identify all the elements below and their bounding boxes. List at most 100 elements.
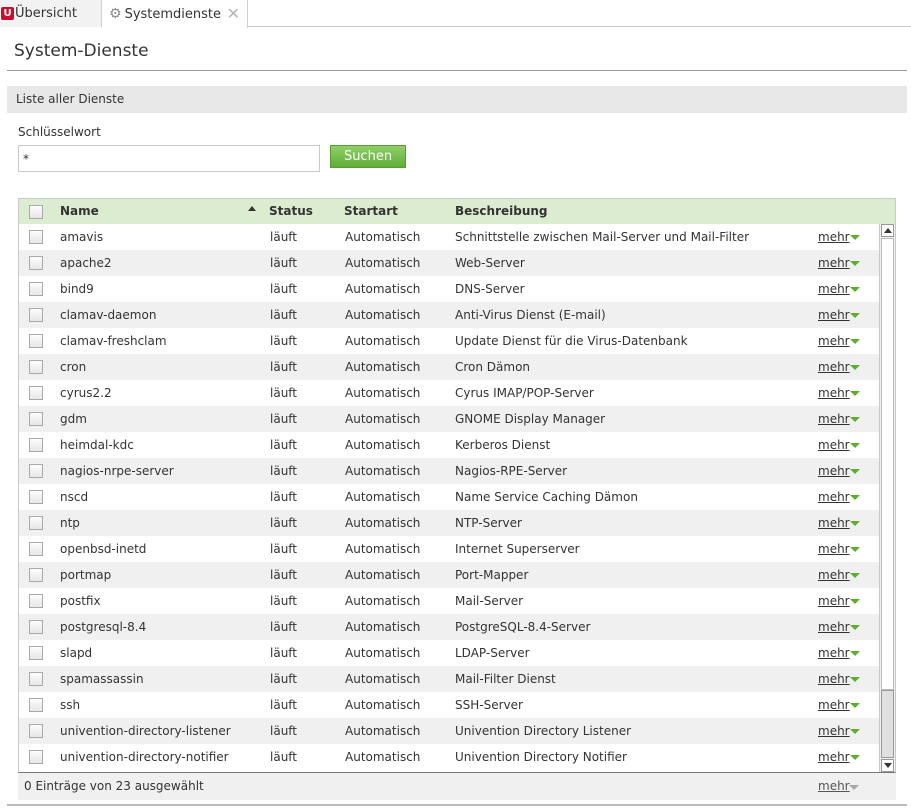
more-link[interactable]: mehr	[818, 744, 850, 770]
chevron-down-icon[interactable]	[850, 313, 860, 318]
row-checkbox[interactable]	[29, 594, 43, 608]
table-row[interactable]: clamav-freshclam läuft Automatisch Update D…	[19, 328, 879, 354]
table-row[interactable]: univention-directory-listener läuft Automa…	[19, 718, 879, 744]
close-icon[interactable]: ✕	[227, 4, 240, 23]
row-checkbox[interactable]	[29, 542, 43, 556]
chevron-down-icon[interactable]	[850, 729, 860, 734]
select-all-checkbox[interactable]	[29, 205, 43, 219]
more-link[interactable]: mehr	[818, 718, 850, 744]
row-checkbox[interactable]	[29, 516, 43, 530]
more-link[interactable]: mehr	[818, 640, 850, 666]
column-header-name[interactable]: Name	[60, 199, 99, 224]
table-row[interactable]: nscd läuft Automatisch Name Service Caching…	[19, 484, 879, 510]
table-row[interactable]: cyrus2.2 läuft Automatisch Cyrus IMAP/POP-S…	[19, 380, 879, 406]
more-link[interactable]: mehr	[818, 588, 850, 614]
tab-system-services[interactable]: ⚙ Systemdienste ✕	[102, 0, 248, 28]
chevron-down-icon[interactable]	[850, 703, 860, 708]
more-link[interactable]: mehr	[818, 510, 850, 536]
row-checkbox[interactable]	[29, 386, 43, 400]
column-header-status[interactable]: Status	[269, 199, 313, 224]
table-row[interactable]: univention-directory-notifier läuft Automa…	[19, 744, 879, 770]
chevron-down-icon[interactable]	[850, 651, 860, 656]
row-checkbox[interactable]	[29, 464, 43, 478]
chevron-down-icon[interactable]	[850, 391, 860, 396]
chevron-down-icon[interactable]	[850, 599, 860, 604]
row-checkbox[interactable]	[29, 334, 43, 348]
chevron-down-icon[interactable]	[850, 755, 860, 760]
more-link[interactable]: mehr	[818, 406, 850, 432]
more-link[interactable]: mehr	[818, 432, 850, 458]
row-checkbox[interactable]	[29, 620, 43, 634]
table-row[interactable]: amavis läuft Automatisch Schnittstelle zwis…	[19, 224, 879, 250]
sort-ascending-icon[interactable]	[248, 206, 256, 211]
row-checkbox[interactable]	[29, 230, 43, 244]
more-link[interactable]: mehr	[818, 692, 850, 718]
row-checkbox[interactable]	[29, 646, 43, 660]
more-link[interactable]: mehr	[818, 224, 850, 250]
table-row[interactable]: ntp läuft Automatisch NTP-Server mehr	[19, 510, 879, 536]
row-checkbox[interactable]	[29, 438, 43, 452]
more-link[interactable]: mehr	[818, 458, 850, 484]
column-header-startart[interactable]: Startart	[344, 199, 398, 224]
table-row[interactable]: gdm läuft Automatisch GNOME Display Manager…	[19, 406, 879, 432]
chevron-down-icon[interactable]	[850, 677, 860, 682]
chevron-down-icon[interactable]	[849, 785, 859, 790]
chevron-down-icon[interactable]	[850, 573, 860, 578]
search-button[interactable]: Suchen	[330, 145, 406, 168]
more-link[interactable]: mehr	[818, 354, 850, 380]
table-row[interactable]: slapd läuft Automatisch LDAP-Server mehr	[19, 640, 879, 666]
more-link[interactable]: mehr	[818, 536, 850, 562]
table-row[interactable]: postgresql-8.4 läuft Automatisch PostgreSQL…	[19, 614, 879, 640]
more-link[interactable]: mehr	[818, 666, 850, 692]
row-checkbox[interactable]	[29, 672, 43, 686]
row-checkbox[interactable]	[29, 490, 43, 504]
table-row[interactable]: ssh läuft Automatisch SSH-Server mehr	[19, 692, 879, 718]
chevron-down-icon[interactable]	[850, 469, 860, 474]
scroll-thumb[interactable]	[881, 690, 894, 758]
more-link[interactable]: mehr	[818, 380, 850, 406]
more-link[interactable]: mehr	[818, 562, 850, 588]
column-header-description[interactable]: Beschreibung	[455, 199, 548, 224]
chevron-down-icon[interactable]	[850, 365, 860, 370]
row-checkbox[interactable]	[29, 698, 43, 712]
chevron-down-icon[interactable]	[850, 625, 860, 630]
more-link[interactable]: mehr	[818, 276, 850, 302]
row-checkbox[interactable]	[29, 568, 43, 582]
chevron-down-icon[interactable]	[850, 495, 860, 500]
table-row[interactable]: portmap läuft Automatisch Port-Mapper mehr	[19, 562, 879, 588]
more-link[interactable]: mehr	[818, 302, 850, 328]
more-link[interactable]: mehr	[818, 614, 850, 640]
table-row[interactable]: cron läuft Automatisch Cron Dämon mehr	[19, 354, 879, 380]
scroll-track[interactable]	[881, 238, 894, 690]
footer-more-link[interactable]: mehr	[818, 773, 850, 800]
chevron-down-icon[interactable]	[850, 261, 860, 266]
row-checkbox[interactable]	[29, 256, 43, 270]
scroll-down-button[interactable]	[881, 759, 894, 772]
chevron-down-icon[interactable]	[850, 417, 860, 422]
vertical-scrollbar[interactable]	[879, 224, 895, 772]
table-row[interactable]: postfix läuft Automatisch Mail-Server mehr	[19, 588, 879, 614]
chevron-down-icon[interactable]	[850, 235, 860, 240]
row-checkbox[interactable]	[29, 360, 43, 374]
chevron-down-icon[interactable]	[850, 547, 860, 552]
table-row[interactable]: nagios-nrpe-server läuft Automatisch Nagios…	[19, 458, 879, 484]
tab-overview[interactable]: U Übersicht	[0, 0, 102, 27]
chevron-down-icon[interactable]	[850, 287, 860, 292]
chevron-down-icon[interactable]	[850, 339, 860, 344]
table-row[interactable]: bind9 läuft Automatisch DNS-Server mehr	[19, 276, 879, 302]
more-link[interactable]: mehr	[818, 250, 850, 276]
table-row[interactable]: openbsd-inetd läuft Automatisch Internet Su…	[19, 536, 879, 562]
row-checkbox[interactable]	[29, 724, 43, 738]
table-row[interactable]: heimdal-kdc läuft Automatisch Kerberos Dien…	[19, 432, 879, 458]
scroll-up-button[interactable]	[881, 224, 894, 237]
chevron-down-icon[interactable]	[850, 443, 860, 448]
more-link[interactable]: mehr	[818, 328, 850, 354]
row-checkbox[interactable]	[29, 750, 43, 764]
table-row[interactable]: apache2 läuft Automatisch Web-Server mehr	[19, 250, 879, 276]
chevron-down-icon[interactable]	[850, 521, 860, 526]
row-checkbox[interactable]	[29, 308, 43, 322]
row-checkbox[interactable]	[29, 282, 43, 296]
keyword-input[interactable]	[18, 145, 320, 172]
row-checkbox[interactable]	[29, 412, 43, 426]
table-row[interactable]: clamav-daemon läuft Automatisch Anti-Virus …	[19, 302, 879, 328]
